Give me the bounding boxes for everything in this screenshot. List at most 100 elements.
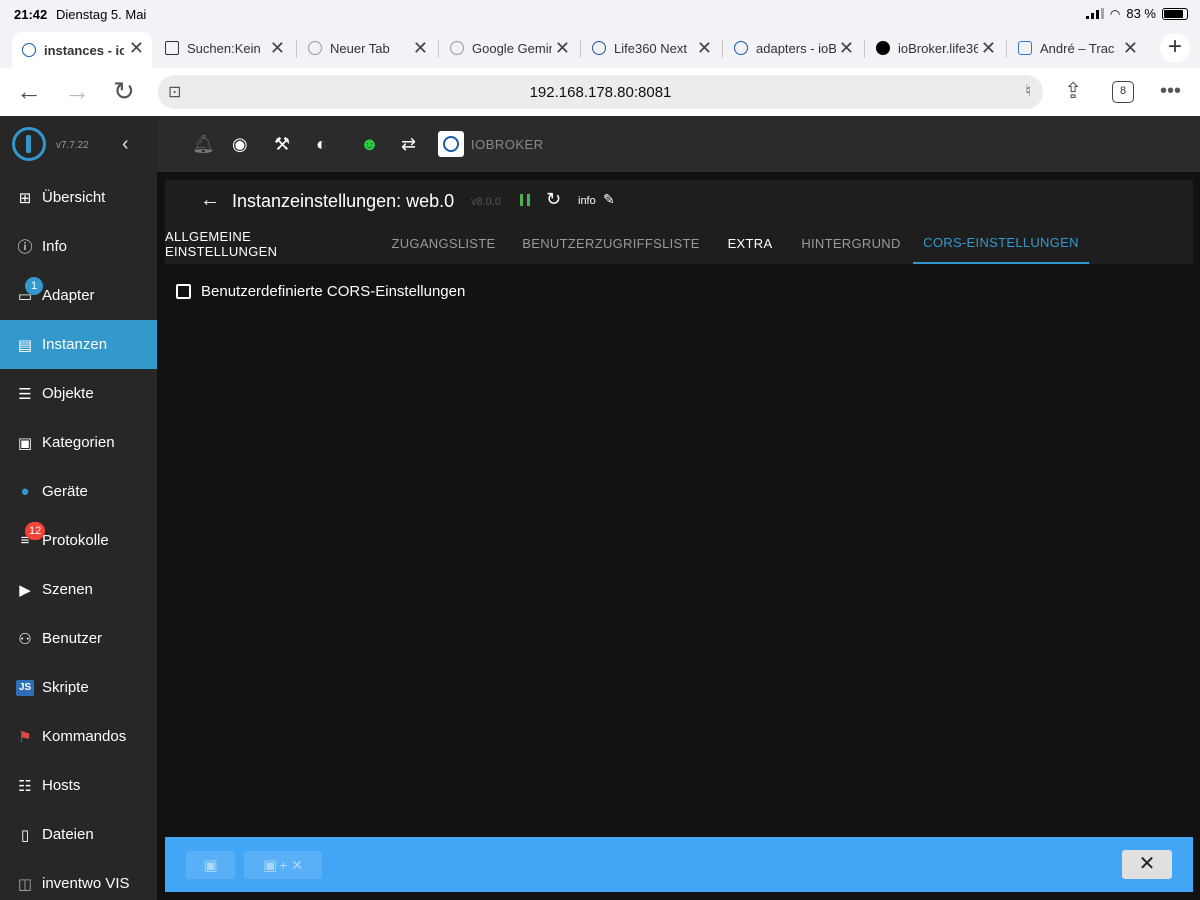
custom-cors-checkbox[interactable] [176, 284, 191, 299]
sidebar-item-objekte[interactable]: ☰ Objekte [0, 369, 157, 418]
browser-tab-adapters[interactable]: adapters - ioBroker ✕ [724, 32, 862, 64]
close-tab-icon[interactable]: ✕ [839, 39, 854, 57]
cellular-signal-icon [1085, 8, 1104, 19]
share-icon[interactable]: ⇪ [1064, 78, 1082, 104]
page-title: Instanzeinstellungen: web.0 [232, 191, 455, 211]
browser-toolbar: ← → ↻ ⊡ 192.168.178.80:8081 ♮ ⇪ 8 ••• [0, 68, 1200, 116]
sidebar-item-dateien[interactable]: ▯ Dateien [0, 810, 157, 859]
back-arrow-icon[interactable]: ← [16, 78, 42, 104]
back-arrow-icon[interactable]: ← [200, 189, 220, 212]
browser-tab-title: ioBroker.life360 [898, 40, 978, 56]
tab-divider [1006, 40, 1007, 58]
sidebar-item-label: Protokolle [42, 532, 109, 549]
expert-mode-icon[interactable]: ☻ [360, 134, 379, 154]
close-tab-icon[interactable]: ✕ [981, 39, 996, 57]
reload-icon[interactable]: ↻ [113, 78, 135, 104]
floppy-disk-icon: ▣ [203, 857, 218, 874]
close-button[interactable]: ✕ [1122, 850, 1172, 879]
sidebar-item-szenen[interactable]: ▶ Szenen [0, 565, 157, 614]
inventwo-icon: ◫ [17, 875, 33, 893]
sidebar-item-hosts[interactable]: ☷ Hosts [0, 761, 157, 810]
trac-favicon-icon [1018, 41, 1032, 55]
sidebar-item-inventwo-vis[interactable]: ◫ inventwo VIS [0, 859, 157, 900]
reload-icon[interactable]: ↻ [546, 189, 561, 210]
browser-tab-github[interactable]: ioBroker.life360 ✕ [866, 32, 1004, 64]
tab-zugangsliste[interactable]: ZUGANGSLISTE [387, 223, 500, 264]
sync-disabled-icon[interactable]: ⇄ [401, 134, 416, 154]
address-bar[interactable]: ⊡ 192.168.178.80:8081 ♮ [158, 75, 1043, 109]
iobroker-favicon-icon [734, 41, 748, 55]
tab-allgemeine-einstellungen[interactable]: ALLGEMEINE EINSTELLUNGEN [165, 223, 358, 264]
tab-extra[interactable]: EXTRA [720, 223, 780, 264]
pause-icon[interactable] [520, 194, 530, 206]
tab-divider [296, 40, 297, 58]
tab-divider [580, 40, 581, 58]
iobroker-logo-icon[interactable] [12, 127, 46, 161]
browser-tab-life360[interactable]: Life360 Next ✕ [582, 32, 720, 64]
browser-tab-search[interactable]: Suchen:Kein ✕ [155, 32, 293, 64]
status-time: 21:42 [14, 7, 48, 22]
sidebar-item-kategorien[interactable]: ▣ Kategorien [0, 418, 157, 467]
microphone-icon[interactable]: ♮ [1025, 81, 1031, 101]
sidebar-item-adapter[interactable]: ▭ Adapter 1 [0, 271, 157, 320]
instance-settings-header: ← Instanzeinstellungen: web.0 v8.0.0 ↻ i… [165, 180, 1193, 264]
close-tab-icon[interactable]: ✕ [697, 39, 712, 57]
sidebar-item-instanzen[interactable]: ▤ Instanzen [0, 320, 157, 369]
categories-icon: ▣ [17, 434, 33, 452]
bell-icon[interactable]: 🔔︎ [192, 134, 215, 154]
close-tab-icon[interactable]: ✕ [129, 39, 144, 57]
tab-benutzerzugriffsliste[interactable]: BENUTZERZUGRIFFSLISTE [519, 223, 703, 264]
brightness-icon[interactable]: ◐ [316, 134, 327, 154]
close-tab-icon[interactable]: ✕ [270, 39, 285, 57]
sidebar-item-benutzer[interactable]: ⚇ Benutzer [0, 614, 157, 663]
more-options-icon[interactable]: ••• [1160, 78, 1181, 104]
iobroker-favicon-icon [592, 41, 606, 55]
chevron-left-icon[interactable]: ‹ [122, 133, 129, 156]
instances-icon: ▤ [17, 336, 33, 354]
browser-tab-instances[interactable]: instances - ioBroker ✕ [12, 32, 152, 68]
tab-cors-einstellungen[interactable]: CORS-EINSTELLUNGEN [913, 223, 1089, 264]
sidebar-item-kommandos[interactable]: ⚑ Kommandos [0, 712, 157, 761]
commands-icon: ⚑ [18, 728, 32, 746]
eye-icon[interactable]: ◉ [232, 134, 248, 154]
close-tab-icon[interactable]: ✕ [1123, 39, 1138, 57]
sidebar-item-label: Benutzer [42, 630, 103, 647]
javascript-icon: JS [16, 679, 34, 696]
forward-arrow-icon[interactable]: → [64, 78, 90, 104]
adapter-version: v8.0.0 [471, 196, 501, 208]
sidebar-item-label: Adapter [42, 287, 95, 304]
sidebar-item-uebersicht[interactable]: ⊞ Übersicht [0, 173, 157, 222]
tab-count-button[interactable]: 8 [1112, 81, 1134, 103]
tab-hintergrund[interactable]: HINTERGRUND [793, 223, 909, 264]
sidebar-item-geraete[interactable]: ● Geräte [0, 467, 157, 516]
new-tab-button[interactable]: + [1160, 33, 1190, 63]
iobroker-logo-icon [438, 131, 464, 157]
save-action-bar: ▣ ▣ + ✕ ✕ [165, 837, 1193, 892]
close-tab-icon[interactable]: ✕ [555, 39, 570, 57]
battery-icon [1162, 7, 1188, 20]
tab-divider [864, 40, 865, 58]
browser-tab-trac[interactable]: André – Trac ✕ [1008, 32, 1146, 64]
sidebar: v7.7.22 ‹ ⊞ Übersicht ⓘ Info ▭ Adapter 1… [0, 116, 157, 900]
browser-tab-title: instances - ioBroker [44, 42, 124, 58]
close-tab-icon[interactable]: ✕ [413, 39, 428, 57]
browser-tab-gemini[interactable]: Google Gemini ✕ [440, 32, 578, 64]
edit-pencil-icon[interactable]: ✎ [603, 191, 615, 208]
custom-cors-label[interactable]: Benutzerdefinierte CORS-Einstellungen [201, 283, 465, 300]
sidebar-item-info[interactable]: ⓘ Info [0, 222, 157, 271]
save-and-close-button[interactable]: ▣ + ✕ [244, 851, 322, 879]
sidebar-item-label: Geräte [42, 483, 88, 500]
sidebar-item-protokolle[interactable]: ≡ Protokolle 12 [0, 516, 157, 565]
sidebar-item-label: Instanzen [42, 336, 108, 353]
globe-icon [308, 41, 322, 55]
tab-divider [722, 40, 723, 58]
save-button[interactable]: ▣ [186, 851, 235, 879]
sidebar-item-label: inventwo VIS [42, 875, 130, 892]
browser-tab-new[interactable]: Neuer Tab ✕ [298, 32, 436, 64]
device-status-bar: 21:42 Dienstag 5. Mai ◠ 83 % [0, 0, 1200, 28]
address-url: 192.168.178.80:8081 [529, 84, 672, 101]
sidebar-item-skripte[interactable]: JS Skripte [0, 663, 157, 712]
search-favicon-icon [165, 41, 179, 55]
wrench-icon[interactable]: ⚒ [274, 134, 290, 154]
settings-content: Benutzerdefinierte CORS-Einstellungen [165, 264, 1193, 836]
